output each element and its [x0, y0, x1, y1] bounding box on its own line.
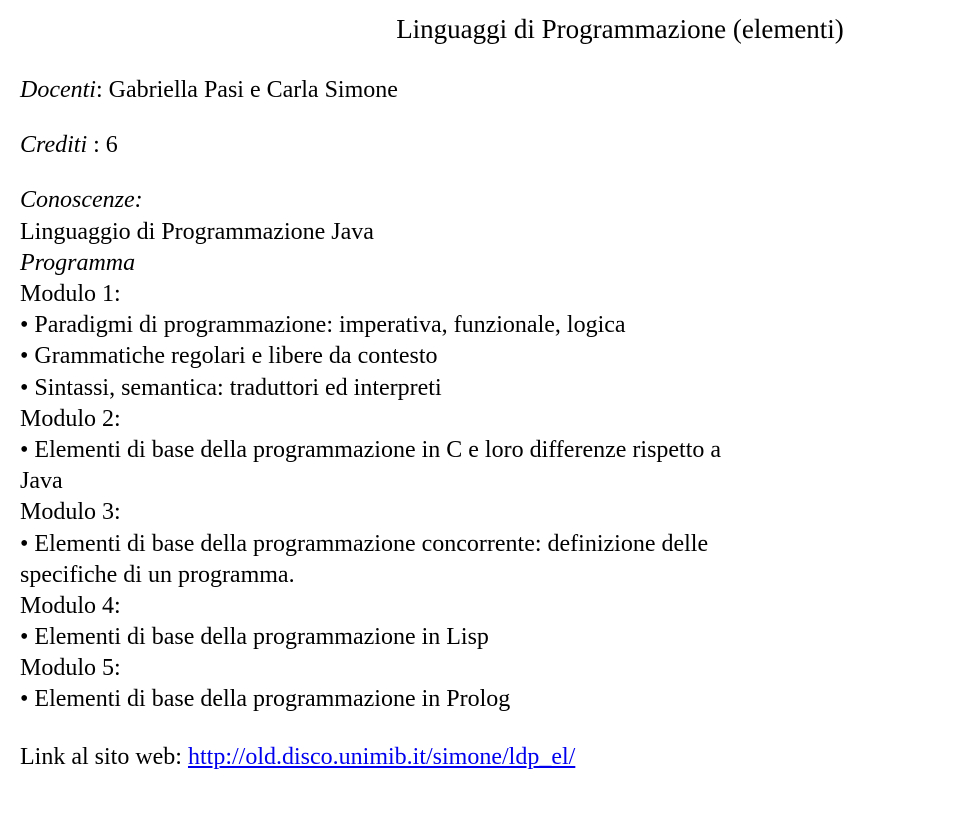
bullet-icon: •: [20, 684, 28, 715]
modulo5-label: Modulo 5:: [20, 653, 940, 684]
bullet-icon: •: [20, 622, 28, 653]
list-item: • Paradigmi di programmazione: imperativ…: [20, 310, 940, 341]
link-line: Link al sito web: http://old.disco.unimi…: [20, 742, 940, 773]
website-link[interactable]: http://old.disco.unimib.it/simone/ldp_el…: [188, 744, 575, 770]
programma-label: Programma: [20, 248, 940, 279]
modulo3-item1a: Elementi di base della programmazione co…: [34, 529, 708, 560]
modulo3-item1b: specifiche di un programma.: [20, 560, 940, 591]
page-title: Linguaggi di Programmazione (elementi): [20, 12, 940, 47]
modulo1-item1: Paradigmi di programmazione: imperativa,…: [34, 310, 625, 341]
conoscenze-value: Linguaggio di Programmazione Java: [20, 217, 940, 248]
list-item: • Elementi di base della programmazione …: [20, 529, 940, 560]
modulo2-label: Modulo 2:: [20, 404, 940, 435]
modulo1-item2: Grammatiche regolari e libere da contest…: [34, 341, 437, 372]
modulo1-item3: Sintassi, semantica: traduttori ed inter…: [34, 373, 441, 404]
list-item: • Grammatiche regolari e libere da conte…: [20, 341, 940, 372]
list-item: • Elementi di base della programmazione …: [20, 435, 940, 466]
modulo4-item1: Elementi di base della programmazione in…: [34, 622, 489, 653]
modulo5-item1: Elementi di base della programmazione in…: [34, 684, 510, 715]
modulo2-item1a: Elementi di base della programmazione in…: [34, 435, 721, 466]
list-item: • Elementi di base della programmazione …: [20, 684, 940, 715]
list-item: • Elementi di base della programmazione …: [20, 622, 940, 653]
list-item: • Sintassi, semantica: traduttori ed int…: [20, 373, 940, 404]
modulo4-label: Modulo 4:: [20, 591, 940, 622]
bullet-icon: •: [20, 341, 28, 372]
conoscenze-label: Conoscenze:: [20, 185, 940, 216]
bullet-icon: •: [20, 310, 28, 341]
crediti-label: Crediti: [20, 132, 93, 158]
docenti-value: : Gabriella Pasi e Carla Simone: [96, 77, 398, 103]
bullet-icon: •: [20, 373, 28, 404]
docenti-line: Docenti: Gabriella Pasi e Carla Simone: [20, 75, 940, 106]
modulo3-label: Modulo 3:: [20, 497, 940, 528]
docenti-label: Docenti: [20, 77, 96, 103]
modulo1-label: Modulo 1:: [20, 279, 940, 310]
crediti-value: : 6: [93, 132, 118, 158]
bullet-icon: •: [20, 435, 28, 466]
bullet-icon: •: [20, 529, 28, 560]
modulo2-item1b: Java: [20, 466, 940, 497]
crediti-line: Crediti : 6: [20, 130, 940, 161]
link-label: Link al sito web:: [20, 744, 188, 770]
